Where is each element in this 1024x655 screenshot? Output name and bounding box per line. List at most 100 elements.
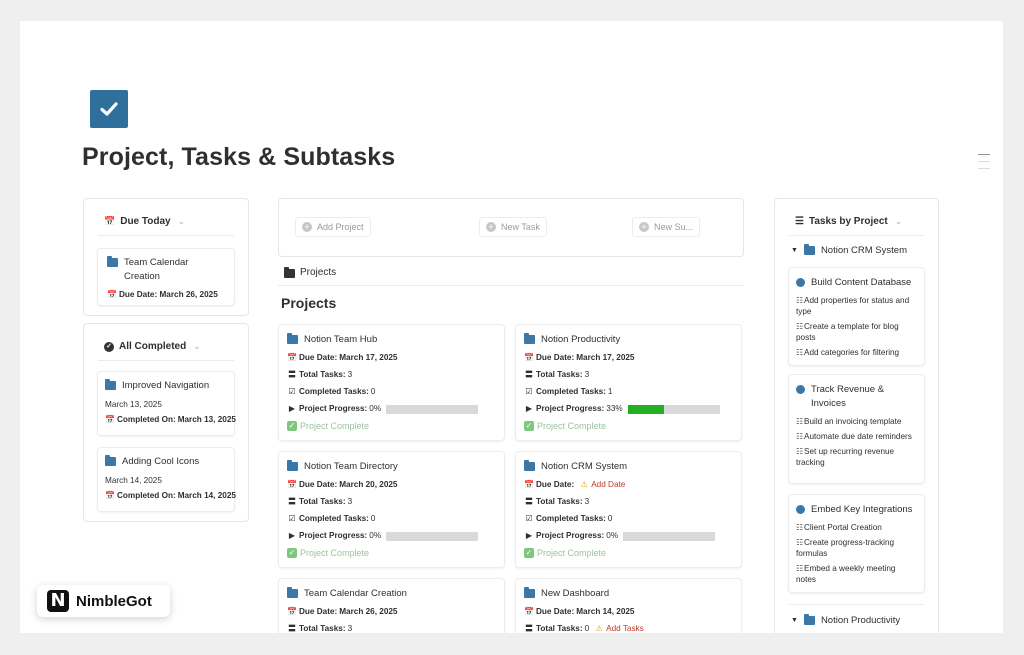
task-card[interactable]: Embed Key Integrations ☷Client Portal Cr… bbox=[788, 494, 925, 593]
buttons-panel: + Add Project + New Task + New Su... bbox=[278, 198, 744, 257]
add-tasks-link[interactable]: Add Tasks bbox=[606, 623, 644, 633]
project-title: Notion CRM System bbox=[541, 461, 628, 472]
calendar-icon: 📅 bbox=[104, 216, 116, 226]
check-icon: ✓ bbox=[524, 548, 534, 558]
project-card[interactable]: Team Calendar Creation 📅 Due Date: March 2… bbox=[278, 578, 505, 633]
project-card[interactable]: Notion Productivity 📅 Due Date: March 17, … bbox=[515, 324, 742, 441]
new-task-button[interactable]: + New Task bbox=[479, 217, 547, 237]
table-of-contents-icon[interactable] bbox=[978, 154, 990, 175]
due-date-value: Due Date: March 26, 2025 bbox=[119, 290, 218, 299]
completed-tasks-value: 0 bbox=[370, 514, 376, 523]
list-icon: ☷ bbox=[796, 296, 804, 305]
chevron-down-icon: ⌄ bbox=[894, 216, 903, 226]
progress-bar bbox=[627, 404, 720, 414]
due-date-value: March 17, 2025 bbox=[339, 353, 398, 362]
task-card[interactable]: Build Content Database ☷Add properties f… bbox=[788, 267, 925, 366]
completed-on-label: Completed On: bbox=[117, 491, 176, 500]
list-icon: ☷ bbox=[796, 348, 804, 357]
equals-icon: 〓 bbox=[525, 370, 533, 379]
progress-fill bbox=[627, 404, 665, 414]
equals-icon: 〓 bbox=[525, 624, 533, 633]
plus-icon: + bbox=[639, 222, 649, 232]
folder-icon bbox=[105, 455, 116, 466]
calendar-icon: 📅 bbox=[287, 607, 297, 616]
task-card[interactable]: Track Revenue & Invoices ☷Build an invoi… bbox=[788, 374, 925, 484]
checkbox-page-icon[interactable] bbox=[90, 90, 128, 128]
brand-name: NimbleGot bbox=[76, 592, 152, 610]
due-today-tab[interactable]: 📅 Due Today ⌄ bbox=[104, 216, 185, 227]
group-header[interactable]: ▼ Notion CRM System bbox=[791, 244, 907, 256]
due-today-panel: 📅 Due Today ⌄ Team Calendar Creation 📅 D… bbox=[83, 198, 249, 316]
completed-card[interactable]: Improved Navigation March 13, 2025 📅 Com… bbox=[97, 371, 236, 436]
play-icon: ▶ bbox=[525, 404, 533, 413]
calendar-icon: 📅 bbox=[107, 290, 117, 299]
list-icon: ☷ bbox=[796, 523, 804, 532]
globe-icon bbox=[796, 385, 805, 394]
project-complete-button[interactable]: ✓ Project Complete bbox=[287, 421, 496, 431]
due-today-card[interactable]: Team Calendar Creation 📅 Due Date: March… bbox=[97, 248, 235, 306]
check-icon: ✓ bbox=[524, 421, 534, 431]
card-title: Team Calendar Creation bbox=[124, 257, 189, 282]
due-date-value: March 17, 2025 bbox=[576, 353, 635, 362]
progress-value: 0% bbox=[369, 404, 382, 413]
list-icon: ☷ bbox=[796, 538, 804, 547]
project-title: New Dashboard bbox=[541, 588, 610, 599]
projects-db-tab[interactable]: Projects bbox=[284, 267, 336, 278]
progress-value: 0% bbox=[606, 531, 619, 540]
project-complete-button[interactable]: ✓ Project Complete bbox=[524, 421, 733, 431]
check-icon: ✓ bbox=[287, 421, 297, 431]
progress-bar bbox=[386, 404, 479, 414]
brand-badge: N NimbleGot bbox=[37, 585, 170, 617]
new-subtask-button[interactable]: + New Su... bbox=[632, 217, 701, 237]
project-card[interactable]: Notion Team Hub 📅 Due Date: March 17, 2025… bbox=[278, 324, 505, 441]
add-project-button[interactable]: + Add Project bbox=[295, 217, 371, 237]
calendar-icon: 📅 bbox=[524, 353, 534, 362]
completed-tasks-value: 1 bbox=[607, 387, 613, 396]
check-icon: ✓ bbox=[287, 548, 297, 558]
folder-icon bbox=[107, 256, 118, 267]
project-card[interactable]: New Dashboard 📅 Due Date: March 14, 2025 〓… bbox=[515, 578, 742, 633]
project-complete-button[interactable]: ✓ Project Complete bbox=[287, 548, 496, 558]
due-date-value: March 26, 2025 bbox=[339, 607, 398, 616]
folder-icon bbox=[287, 587, 298, 598]
all-completed-tab[interactable]: ✓ All Completed ⌄ bbox=[104, 341, 201, 352]
calendar-icon: 📅 bbox=[105, 415, 115, 424]
total-tasks-value: 3 bbox=[584, 370, 590, 379]
completed-card[interactable]: Adding Cool Icons March 14, 2025 📅 Compl… bbox=[97, 447, 236, 512]
add-date-link[interactable]: Add Date bbox=[591, 479, 625, 491]
completed-on-value: March 14, 2025 bbox=[177, 491, 236, 500]
subtask-label: Client Portal Creation bbox=[804, 523, 882, 532]
subtask-label: Create progress-tracking formulas bbox=[796, 538, 895, 558]
equals-icon: 〓 bbox=[288, 370, 296, 379]
tasks-by-project-tab[interactable]: ☰ Tasks by Project ⌄ bbox=[795, 216, 902, 227]
list-icon: ☷ bbox=[796, 564, 804, 573]
play-icon: ▶ bbox=[525, 531, 533, 540]
total-tasks-value: 0 bbox=[584, 624, 590, 633]
folder-icon bbox=[287, 333, 298, 344]
group-header[interactable]: ▼ Notion Productivity bbox=[791, 614, 900, 626]
list-icon: ☷ bbox=[796, 322, 804, 331]
chevron-down-icon: ⌄ bbox=[193, 341, 201, 351]
divider bbox=[789, 235, 924, 236]
task-title: Embed Key Integrations bbox=[811, 504, 913, 515]
project-complete-button[interactable]: ✓ Project Complete bbox=[524, 548, 733, 558]
checkbox-icon: ☑ bbox=[288, 514, 296, 523]
total-tasks-value: 3 bbox=[584, 497, 590, 506]
subtask-label: Add categories for filtering bbox=[804, 348, 900, 357]
project-card[interactable]: Notion CRM System 📅 Due Date: ⚠ Add Date 〓 T… bbox=[515, 451, 742, 568]
subtask-label: Build an invoicing template bbox=[804, 417, 902, 426]
progress-value: 33% bbox=[606, 404, 623, 413]
card-title: Improved Navigation bbox=[122, 380, 210, 391]
folder-icon bbox=[105, 379, 116, 390]
task-title: Build Content Database bbox=[811, 277, 912, 288]
folder-icon bbox=[803, 244, 815, 255]
project-card[interactable]: Notion Team Directory 📅 Due Date: March 20… bbox=[278, 451, 505, 568]
folder-icon bbox=[803, 614, 815, 625]
project-title: Team Calendar Creation bbox=[304, 588, 407, 599]
subtask-label: Set up recurring revenue tracking bbox=[796, 447, 895, 467]
subtask-label: Create a template for blog posts bbox=[796, 322, 899, 342]
total-tasks-value: 3 bbox=[347, 497, 353, 506]
plus-icon: + bbox=[486, 222, 496, 232]
calendar-icon: 📅 bbox=[524, 607, 534, 616]
project-title: Notion Team Hub bbox=[304, 334, 378, 345]
